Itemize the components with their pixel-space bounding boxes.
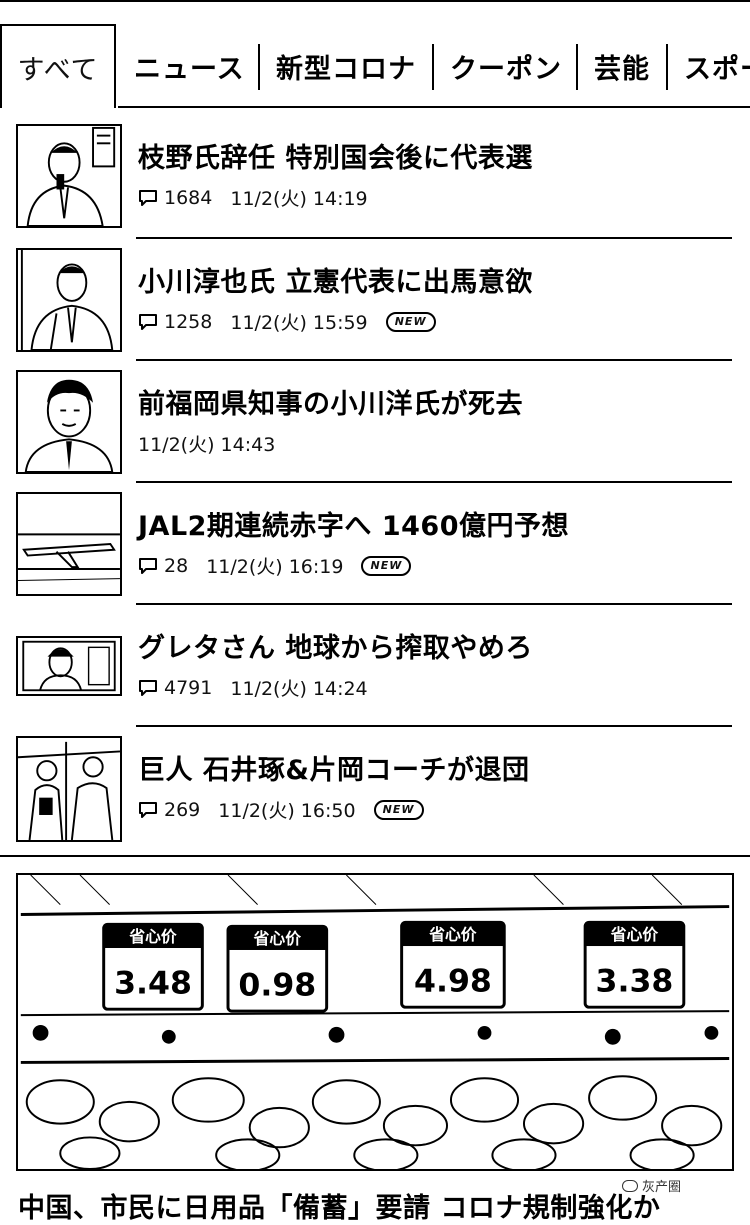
- news-thumbnail: [16, 370, 122, 474]
- news-timestamp: 11/2(火) 14:19: [230, 188, 368, 210]
- news-thumbnail: [16, 736, 122, 842]
- watermark-text: 灰产圈: [642, 1180, 682, 1195]
- comment-icon: [139, 189, 157, 206]
- svg-text:省心价: 省心价: [128, 927, 177, 946]
- news-item[interactable]: 枝野氏辞任 特別国会後に代表選 1684 11/2(火) 14:19: [0, 108, 750, 230]
- news-timestamp: 11/2(火) 15:59: [230, 312, 368, 334]
- official-portrait-image-icon: [18, 372, 120, 472]
- news-timestamp: 11/2(火) 14:43: [138, 434, 276, 456]
- speaker-screen-image-icon: [19, 638, 119, 694]
- person-speaking-image-icon: [18, 126, 120, 226]
- news-meta: 1258 11/2(火) 15:59 NEW: [138, 308, 436, 335]
- news-item[interactable]: 前福岡県知事の小川洋氏が死去 11/2(火) 14:43: [0, 354, 750, 476]
- price-tag: 省心价 3.38: [583, 920, 686, 1009]
- news-headline[interactable]: 小川淳也氏 立憲代表に出馬意欲: [138, 260, 533, 299]
- news-item[interactable]: 小川淳也氏 立憲代表に出馬意欲 1258 11/2(火) 15:59 NEW: [0, 232, 750, 354]
- news-timestamp: 11/2(火) 16:50: [218, 800, 356, 822]
- baseball-players-image-icon: [18, 738, 120, 840]
- svg-text:省心价: 省心价: [428, 925, 477, 944]
- tab-entertainment[interactable]: 芸能: [594, 24, 650, 108]
- tab-sports[interactable]: スポーツ: [684, 24, 750, 108]
- news-item[interactable]: グレタさん 地球から搾取やめろ 4791 11/2(火) 14:24: [0, 598, 750, 720]
- comment-count: 28: [164, 554, 189, 577]
- comment-icon: [139, 313, 157, 330]
- news-meta: 4791 11/2(火) 14:24: [138, 674, 368, 701]
- comment-icon: [139, 679, 157, 696]
- news-headline[interactable]: JAL2期連続赤字へ 1460億円予想: [138, 504, 569, 543]
- news-headline[interactable]: 前福岡県知事の小川洋氏が死去: [138, 382, 523, 421]
- new-badge: NEW: [361, 555, 412, 576]
- svg-text:3.48: 3.48: [114, 965, 192, 1001]
- wechat-icon: [622, 1179, 638, 1192]
- watermark: 灰产圈: [622, 1176, 682, 1195]
- svg-text:3.38: 3.38: [596, 963, 674, 999]
- price-tag: 省心价 4.98: [400, 920, 506, 1009]
- news-meta: 269 11/2(火) 16:50 NEW: [138, 796, 424, 823]
- news-headline[interactable]: 巨人 石井琢&片岡コーチが退団: [138, 748, 529, 787]
- comment-count: 1684: [164, 186, 213, 209]
- comment-icon: [139, 801, 157, 818]
- news-item[interactable]: JAL2期連続赤字へ 1460億円予想 28 11/2(火) 16:19 NEW: [0, 476, 750, 598]
- comment-icon: [139, 557, 157, 574]
- news-item[interactable]: 巨人 石井琢&片岡コーチが退団 269 11/2(火) 16:50 NEW: [0, 720, 750, 842]
- price-tag: 省心价 3.48: [102, 922, 204, 1011]
- news-thumbnail: [16, 492, 122, 596]
- comment-count: 269: [164, 798, 201, 821]
- comment-count: 4791: [164, 676, 213, 699]
- tab-news[interactable]: ニュース: [134, 24, 245, 108]
- tab-coupon[interactable]: クーポン: [450, 24, 562, 108]
- tab-all[interactable]: すべて: [0, 24, 116, 108]
- news-headline[interactable]: 枝野氏辞任 特別国会後に代表選: [138, 136, 533, 175]
- tab-separator: [666, 44, 668, 90]
- tab-separator: [432, 44, 434, 90]
- news-headline[interactable]: グレタさん 地球から搾取やめろ: [138, 626, 533, 665]
- new-badge: NEW: [385, 311, 436, 332]
- news-thumbnail: [16, 636, 122, 696]
- category-tabs: すべて ニュース 新型コロナ クーポン 芸能 スポーツ: [0, 0, 750, 108]
- price-tag: 省心价 0.98: [226, 924, 329, 1013]
- news-meta: 28 11/2(火) 16:19 NEW: [138, 552, 412, 579]
- tab-separator: [576, 44, 578, 90]
- tab-covid[interactable]: 新型コロナ: [276, 24, 416, 108]
- politician-portrait-image-icon: [18, 250, 120, 350]
- svg-text:省心价: 省心价: [253, 929, 302, 948]
- section-divider: [0, 855, 750, 857]
- news-meta: 1684 11/2(火) 14:19: [138, 184, 368, 211]
- news-thumbnail: [16, 248, 122, 352]
- supermarket-produce-image-icon: 省心价 3.48 省心价 0.98 省心价 4.98 省心价 3.38: [20, 875, 730, 1169]
- feature-headline[interactable]: 中国、市民に日用品「備蓄」要請 コロナ規制強化か: [18, 1186, 660, 1225]
- svg-text:0.98: 0.98: [238, 967, 316, 1003]
- news-thumbnail: [16, 124, 122, 228]
- comment-count: 1258: [164, 310, 213, 333]
- news-timestamp: 11/2(火) 16:19: [206, 556, 344, 578]
- airplane-image-icon: [18, 494, 120, 594]
- tab-separator: [258, 44, 260, 90]
- svg-text:4.98: 4.98: [414, 963, 492, 999]
- news-meta: 11/2(火) 14:43: [138, 430, 275, 457]
- svg-text:省心价: 省心价: [610, 925, 659, 944]
- news-timestamp: 11/2(火) 14:24: [230, 678, 368, 700]
- new-badge: NEW: [373, 799, 424, 820]
- feature-image[interactable]: 省心价 3.48 省心价 0.98 省心价 4.98 省心价 3.38: [16, 873, 734, 1171]
